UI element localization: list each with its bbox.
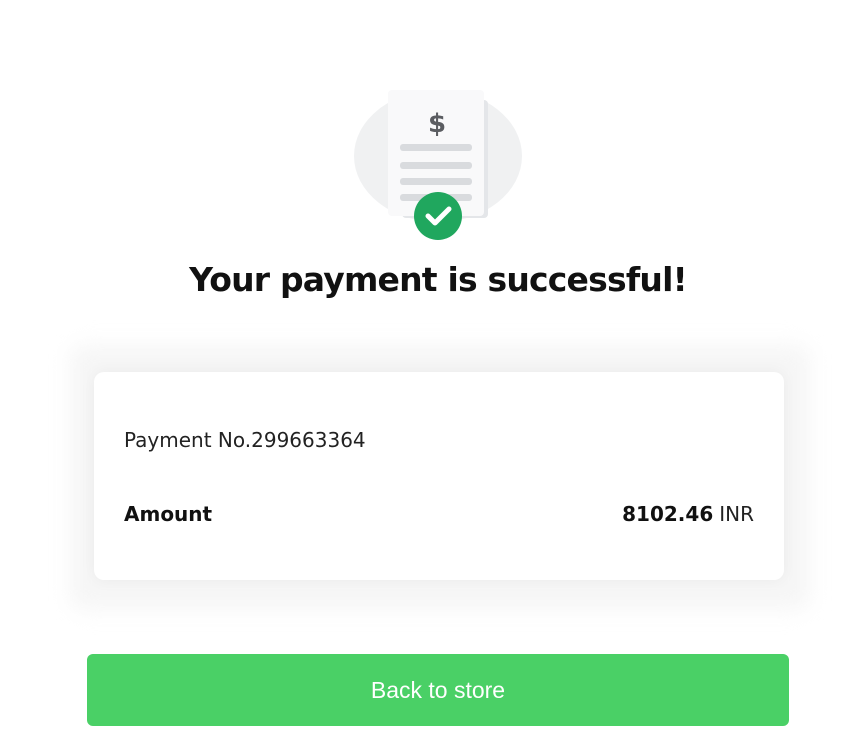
payment-success-page: $ Your payment is successful! Payment No… (0, 0, 844, 754)
check-icon (414, 192, 462, 240)
payment-number-value: 299663364 (251, 428, 366, 452)
payment-number-row: Payment No.299663364 (124, 428, 754, 452)
page-title: Your payment is successful! (189, 260, 687, 299)
amount-value: 8102.46 INR (622, 502, 754, 526)
payment-details-card: Payment No.299663364 Amount 8102.46 INR (94, 372, 784, 580)
dollar-icon: $ (428, 109, 446, 139)
amount-label: Amount (124, 502, 213, 526)
back-to-store-button[interactable]: Back to store (87, 654, 789, 726)
amount-currency: INR (719, 502, 754, 526)
payment-number-label: Payment No. (124, 428, 252, 452)
amount-number: 8102.46 (622, 502, 714, 526)
amount-row: Amount 8102.46 INR (124, 502, 754, 526)
payment-number-text: Payment No.299663364 (124, 428, 366, 452)
receipt-success-illustration: $ (352, 78, 524, 240)
